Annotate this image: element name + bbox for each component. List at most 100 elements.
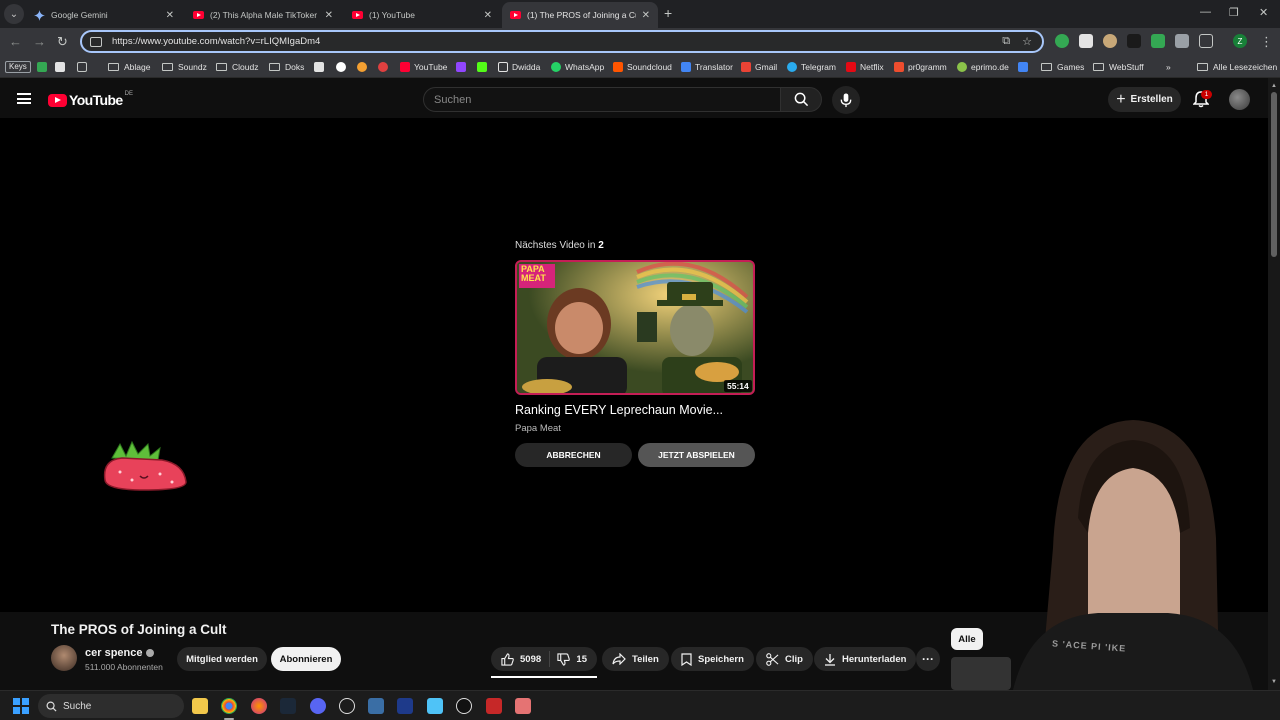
dislike-button[interactable]: 15 [557, 652, 587, 666]
extension-icon[interactable] [1175, 34, 1189, 48]
cancel-autoplay-button[interactable]: ABBRECHEN [515, 443, 632, 467]
visual-studio-code-icon[interactable] [397, 698, 413, 714]
up-next-title[interactable]: Ranking EVERY Leprechaun Movie... [515, 403, 723, 417]
bookmark-whatsapp[interactable]: WhatsApp [551, 60, 604, 74]
bookmark-folder-doks[interactable]: Doks [269, 60, 304, 74]
extensions-puzzle-icon[interactable] [1199, 34, 1213, 48]
bookmark-soundcloud[interactable]: Soundcloud [613, 60, 672, 74]
like-progress-underline [491, 676, 597, 678]
subscribe-button[interactable]: Abonnieren [271, 647, 341, 671]
more-actions-button[interactable]: ··· [916, 647, 940, 671]
clip-button[interactable]: Clip [756, 647, 813, 671]
menu-icon[interactable] [17, 93, 31, 104]
bookmark-icon[interactable] [378, 60, 392, 74]
bookmark-translator[interactable]: Translator [681, 60, 733, 74]
bookmark-icon[interactable] [336, 60, 350, 74]
bookmark-icon[interactable] [314, 60, 328, 74]
play-now-button[interactable]: JETZT ABSPIELEN [638, 443, 755, 467]
bookmark-folder-ablage[interactable]: Ablage [108, 60, 150, 74]
bookmark-dwidda[interactable]: Dwidda [498, 60, 540, 74]
close-tab-icon[interactable]: ✕ [166, 10, 174, 21]
create-button[interactable]: + Erstellen [1108, 87, 1181, 112]
extension-icon[interactable] [1151, 34, 1165, 48]
save-button[interactable]: Speichern [671, 647, 754, 671]
reload-button[interactable]: ↻ [57, 34, 68, 50]
bookmark-eprimo[interactable]: eprimo.de [957, 60, 1009, 74]
profile-avatar[interactable]: Z [1233, 34, 1247, 48]
bookmark-icon[interactable] [477, 60, 491, 74]
obs-icon[interactable] [339, 698, 355, 714]
bookmark-telegram[interactable]: Telegram [787, 60, 836, 74]
bookmark-pr0gramm[interactable]: pr0gramm [894, 60, 947, 74]
webcam-overlay-image: S 'ACE PI 'IKE [948, 418, 1268, 720]
youtube-logo[interactable]: YouTube DE [48, 91, 133, 108]
windows-start-icon[interactable] [13, 698, 29, 714]
bookmark-folder-all-bookmarks[interactable]: Alle Lesezeichen [1197, 60, 1277, 74]
bookmark-netflix[interactable]: Netflix [846, 60, 884, 74]
like-button[interactable]: 5098 [501, 652, 541, 666]
scrollbar-thumb[interactable] [1271, 92, 1277, 257]
bookmark-icon[interactable] [357, 60, 371, 74]
channel-avatar[interactable] [51, 645, 77, 671]
app-icon[interactable] [515, 698, 531, 714]
bookmark-icon[interactable] [77, 60, 91, 74]
scroll-up-arrow-icon[interactable]: ▲ [1271, 83, 1277, 89]
tab-search-button[interactable]: ⌄ [4, 4, 24, 24]
extension-icon[interactable] [1127, 34, 1141, 48]
firefox-icon[interactable] [251, 698, 267, 714]
bookmark-folder-webstuff[interactable]: WebStuff [1093, 60, 1144, 74]
taskbar-search[interactable]: Suche [38, 694, 184, 718]
channel-name[interactable]: cer spence [85, 647, 155, 659]
up-next-thumbnail[interactable]: PAPA MEAT [515, 260, 755, 395]
notepad-icon[interactable] [427, 698, 443, 714]
search-input[interactable] [424, 88, 780, 111]
voicemeeter-icon[interactable] [486, 698, 502, 714]
tab-google-gemini[interactable]: Google Gemini ✕ [26, 2, 182, 28]
share-button[interactable]: Teilen [602, 647, 669, 671]
new-tab-button[interactable]: + [664, 5, 672, 21]
install-app-icon[interactable]: ⧉ [1002, 35, 1010, 48]
join-membership-button[interactable]: Mitglied werden [177, 647, 267, 671]
close-tab-icon[interactable]: ✕ [642, 10, 650, 21]
restore-button[interactable]: ❐ [1229, 6, 1239, 19]
app-icon[interactable] [368, 698, 384, 714]
tab-alpha-male-video[interactable]: (2) This Alpha Male TikToker is ✕ [185, 2, 341, 28]
search-button[interactable] [780, 87, 822, 112]
bookmark-gmail[interactable]: Gmail [741, 60, 777, 74]
bookmark-folder-games[interactable]: Games [1041, 60, 1084, 74]
minimize-button[interactable]: — [1200, 6, 1211, 18]
account-avatar[interactable] [1229, 89, 1250, 110]
steam-icon[interactable] [280, 698, 296, 714]
bookmark-youtube[interactable]: YouTube [400, 60, 447, 74]
address-bar[interactable]: https://www.youtube.com/watch?v=rLIQMIga… [80, 30, 1044, 53]
tab-pros-of-joining-a-cult[interactable]: (1) The PROS of Joining a Cult ✕ [502, 2, 658, 28]
bookmark-star-icon[interactable]: ☆ [1022, 35, 1032, 48]
close-tab-icon[interactable]: ✕ [484, 10, 492, 21]
close-tab-icon[interactable]: ✕ [325, 10, 333, 21]
close-window-button[interactable]: ✕ [1259, 6, 1268, 19]
extension-icon[interactable] [1103, 34, 1117, 48]
voice-search-button[interactable] [832, 86, 860, 114]
browser-menu-icon[interactable]: ⋮ [1260, 34, 1273, 50]
bookmark-keys[interactable]: Keys [5, 61, 31, 73]
bookmark-folder-soundz[interactable]: Soundz [162, 60, 207, 74]
bookmarks-overflow-button[interactable]: » [1166, 60, 1171, 74]
download-button[interactable]: Herunterladen [814, 647, 917, 671]
scroll-down-arrow-icon[interactable]: ▼ [1271, 679, 1277, 685]
site-info-icon[interactable] [90, 36, 102, 47]
extension-icon[interactable] [1055, 34, 1069, 48]
extension-icon[interactable] [1079, 34, 1093, 48]
file-explorer-icon[interactable] [192, 698, 208, 714]
app-icon[interactable] [456, 698, 472, 714]
bookmark-icon[interactable] [55, 60, 69, 74]
bookmark-icon[interactable] [37, 60, 51, 74]
up-next-channel[interactable]: Papa Meat [515, 423, 561, 434]
back-button[interactable]: ← [9, 34, 22, 49]
chrome-icon[interactable] [221, 698, 237, 714]
tab-youtube-home[interactable]: (1) YouTube ✕ [344, 2, 500, 28]
discord-icon[interactable] [310, 698, 326, 714]
bookmark-folder-cloudz[interactable]: Cloudz [216, 60, 258, 74]
bookmark-icon[interactable] [1018, 60, 1032, 74]
bookmark-icon[interactable] [456, 60, 470, 74]
forward-button[interactable]: → [33, 34, 46, 49]
